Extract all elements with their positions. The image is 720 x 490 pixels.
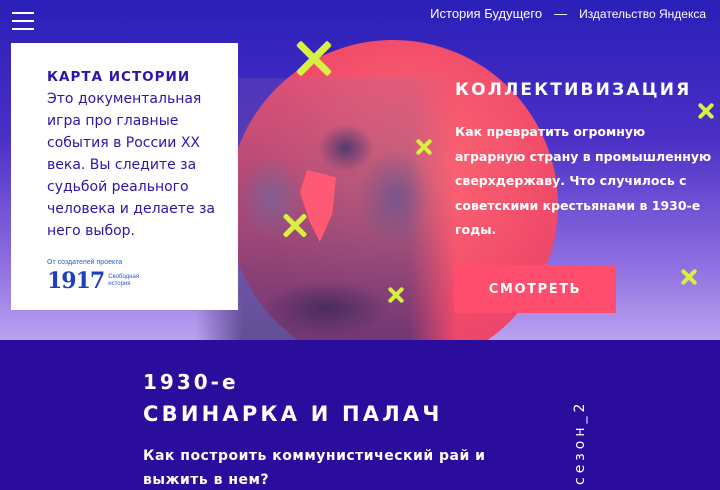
- card-title: КАРТА ИСТОРИИ: [47, 69, 191, 85]
- x-mark-icon: [388, 287, 404, 303]
- history-map-card: КАРТА ИСТОРИИ Это документальная игра пр…: [11, 43, 238, 310]
- x-mark-icon: [416, 139, 432, 155]
- project-name: 1917: [47, 268, 105, 294]
- x-mark-icon: [698, 103, 714, 119]
- project-1917-logo[interactable]: От создателей проекта 1917 Свободная ист…: [47, 259, 148, 294]
- episode-title: КОЛЛЕКТИВИЗАЦИЯ: [455, 80, 692, 100]
- x-mark-icon: [681, 269, 697, 285]
- site-title-link[interactable]: История Будущего: [430, 6, 542, 21]
- x-mark-icon: [296, 40, 332, 76]
- season-title[interactable]: СВИНАРКА И ПАЛАЧ: [143, 402, 443, 426]
- season-label: сезон_2: [572, 399, 588, 485]
- season-year: 1930-е: [143, 370, 239, 394]
- x-mark-icon: [283, 213, 307, 237]
- header-separator: —: [554, 6, 568, 21]
- project-subtitle: Свободная история: [108, 274, 140, 287]
- hero-section: История Будущего — Издательство Яндекса …: [0, 0, 720, 340]
- hamburger-icon[interactable]: [12, 12, 34, 30]
- project-caption: От создателей проекта: [47, 259, 123, 266]
- card-description: Это документальная игра про главные собы…: [47, 91, 215, 239]
- watch-button[interactable]: СМОТРЕТЬ: [454, 265, 616, 313]
- season-question: Как построить коммунистический рай и выж…: [143, 448, 486, 488]
- top-navigation: История Будущего — Издательство Яндекса: [430, 6, 706, 21]
- season-section: 1930-е СВИНАРКА И ПАЛАЧ Как построить ко…: [0, 340, 720, 490]
- episode-description: Как превратить огромную аграрную страну …: [455, 124, 712, 237]
- publisher-link[interactable]: Издательство Яндекса: [579, 7, 706, 21]
